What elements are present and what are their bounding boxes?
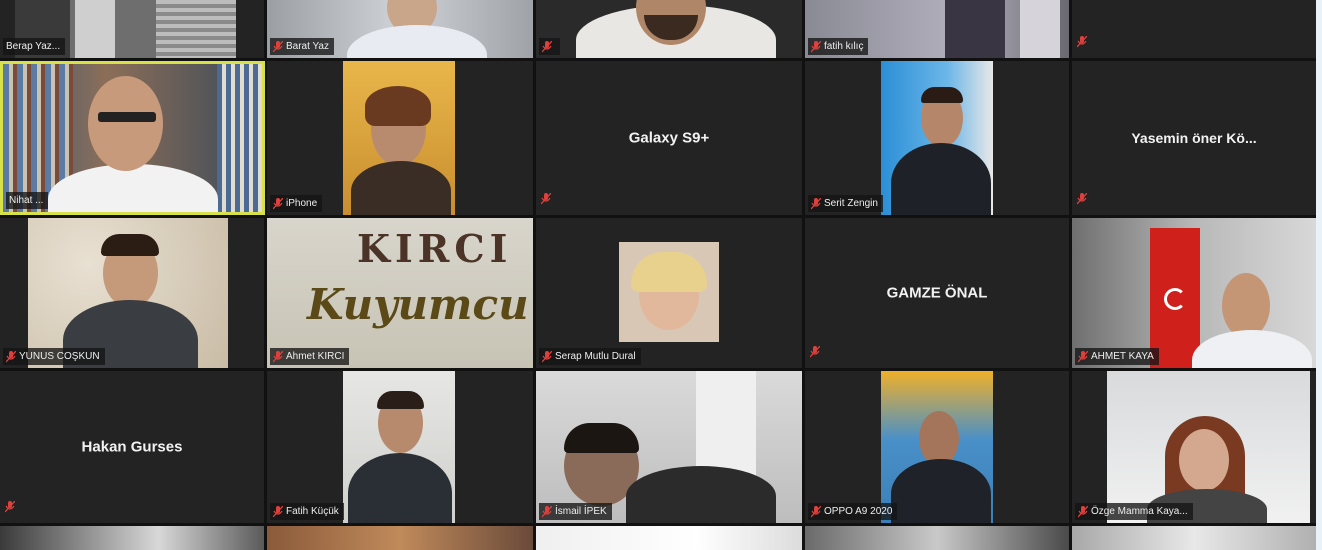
participant-name: YUNUS COŞKUN bbox=[19, 351, 100, 362]
participant-name-label: Serap Mutlu Dural bbox=[539, 348, 641, 365]
participant-tile[interactable]: fatih kılıç bbox=[805, 0, 1069, 58]
participant-name-label: Nihat ... bbox=[6, 192, 49, 209]
participant-tile[interactable]: OPPO A9 2020 bbox=[805, 371, 1069, 523]
participant-tile[interactable]: YUNUS COŞKUN bbox=[0, 218, 264, 368]
participant-name-label: Serit Zengin bbox=[808, 195, 883, 212]
mic-muted-icon bbox=[1078, 505, 1088, 518]
participant-tile[interactable]: Yasemin öner Kö... bbox=[1072, 61, 1316, 215]
participant-tile[interactable] bbox=[1072, 526, 1316, 550]
participant-tile[interactable] bbox=[267, 526, 533, 550]
mic-muted-icon bbox=[273, 505, 283, 518]
participant-name-label: fatih kılıç bbox=[808, 38, 869, 55]
participant-name-label: OPPO A9 2020 bbox=[808, 503, 898, 520]
participant-name-label: YUNUS COŞKUN bbox=[3, 348, 105, 365]
participant-name-label: iPhone bbox=[270, 195, 323, 212]
participant-name-label bbox=[539, 38, 560, 55]
active-speaker-tile[interactable]: Nihat ... bbox=[0, 61, 265, 215]
participant-display-name: Yasemin öner Kö... bbox=[1131, 130, 1257, 146]
participant-tile[interactable]: AHMET KAYA bbox=[1072, 218, 1316, 368]
video-feed bbox=[0, 526, 264, 550]
video-feed bbox=[267, 526, 533, 550]
participant-tile[interactable]: Berap Yaz... bbox=[0, 0, 264, 58]
brand-logo: Kuyumcu bbox=[307, 280, 529, 329]
participant-tile[interactable] bbox=[805, 526, 1069, 550]
mic-muted-icon bbox=[1076, 35, 1088, 53]
participant-tile[interactable]: Serit Zengin bbox=[805, 61, 1069, 215]
participant-name: Nihat ... bbox=[9, 195, 44, 206]
participant-name: İsmail İPEK bbox=[555, 506, 607, 517]
participant-tile[interactable] bbox=[0, 526, 264, 550]
participant-name-label: Ahmet KIRCI bbox=[270, 348, 350, 365]
participant-name: fatih kılıç bbox=[824, 41, 864, 52]
video-feed bbox=[1072, 526, 1316, 550]
participant-tile[interactable] bbox=[536, 526, 802, 550]
mic-muted-icon bbox=[6, 350, 16, 363]
participant-name-label: Fatih Küçük bbox=[270, 503, 344, 520]
video-feed bbox=[536, 0, 802, 58]
mic-muted-icon bbox=[1078, 350, 1088, 363]
video-feed bbox=[536, 526, 802, 550]
video-gallery: Berap Yaz... Barat Yaz fatih kılıç Nihat… bbox=[0, 0, 1316, 550]
participant-tile[interactable]: GAMZE ÖNAL bbox=[805, 218, 1069, 368]
participant-tile[interactable] bbox=[536, 0, 802, 58]
mic-muted-icon bbox=[542, 40, 552, 53]
video-feed bbox=[805, 526, 1069, 550]
mic-muted-icon bbox=[1076, 192, 1088, 210]
video-feed bbox=[881, 371, 993, 523]
video-feed bbox=[3, 64, 262, 212]
participant-display-name: Hakan Gurses bbox=[81, 438, 183, 456]
participant-name: Özge Mamma Kaya... bbox=[1091, 506, 1188, 517]
participant-display-name: Galaxy S9+ bbox=[628, 129, 710, 147]
mic-muted-icon bbox=[4, 500, 16, 518]
brand-logo: KIRCI bbox=[357, 226, 513, 271]
participant-tile[interactable]: Galaxy S9+ bbox=[536, 61, 802, 215]
participant-name-label: İsmail İPEK bbox=[539, 503, 612, 520]
participant-name: Barat Yaz bbox=[286, 41, 329, 52]
mic-muted-icon bbox=[273, 350, 283, 363]
mic-muted-icon bbox=[542, 350, 552, 363]
mic-muted-icon bbox=[273, 197, 283, 210]
participant-display-name: GAMZE ÖNAL bbox=[886, 284, 988, 302]
profile-picture bbox=[619, 242, 719, 342]
participant-name: Berap Yaz... bbox=[6, 41, 61, 52]
video-feed bbox=[536, 371, 802, 523]
participant-tile[interactable]: Hakan Gurses bbox=[0, 371, 264, 523]
participant-name-label: Özge Mamma Kaya... bbox=[1075, 503, 1193, 520]
participant-name-label: Berap Yaz... bbox=[3, 38, 66, 55]
participant-name-label: AHMET KAYA bbox=[1075, 348, 1159, 365]
participant-name: AHMET KAYA bbox=[1091, 351, 1154, 362]
participant-tile[interactable]: Barat Yaz bbox=[267, 0, 533, 58]
mic-muted-icon bbox=[540, 192, 552, 210]
participant-tile[interactable]: İsmail İPEK bbox=[536, 371, 802, 523]
mic-muted-icon bbox=[811, 197, 821, 210]
video-feed bbox=[1107, 371, 1310, 523]
video-feed: KIRCI Kuyumcu bbox=[267, 218, 533, 368]
video-feed bbox=[881, 61, 993, 215]
mic-muted-icon bbox=[542, 505, 552, 518]
participant-name-label: Barat Yaz bbox=[270, 38, 334, 55]
participant-tile[interactable]: Fatih Küçük bbox=[267, 371, 533, 523]
participant-tile[interactable]: Serap Mutlu Dural bbox=[536, 218, 802, 368]
video-feed bbox=[1072, 218, 1316, 368]
mic-muted-icon bbox=[811, 40, 821, 53]
video-feed bbox=[28, 218, 228, 368]
participant-name: Ahmet KIRCI bbox=[286, 351, 345, 362]
participant-name: Serit Zengin bbox=[824, 198, 878, 209]
video-feed bbox=[343, 61, 455, 215]
participant-tile[interactable] bbox=[1072, 0, 1316, 58]
participant-tile[interactable]: iPhone bbox=[267, 61, 533, 215]
video-feed bbox=[343, 371, 455, 523]
mic-muted-icon bbox=[809, 345, 821, 363]
participant-tile[interactable]: Özge Mamma Kaya... bbox=[1072, 371, 1316, 523]
mic-muted-icon bbox=[811, 505, 821, 518]
mic-muted-icon bbox=[273, 40, 283, 53]
participant-name: Fatih Küçük bbox=[286, 506, 339, 517]
participant-name: iPhone bbox=[286, 198, 318, 209]
participant-tile[interactable]: KIRCI Kuyumcu Ahmet KIRCI bbox=[267, 218, 533, 368]
participant-name: OPPO A9 2020 bbox=[824, 506, 893, 517]
participant-name: Serap Mutlu Dural bbox=[555, 351, 636, 362]
